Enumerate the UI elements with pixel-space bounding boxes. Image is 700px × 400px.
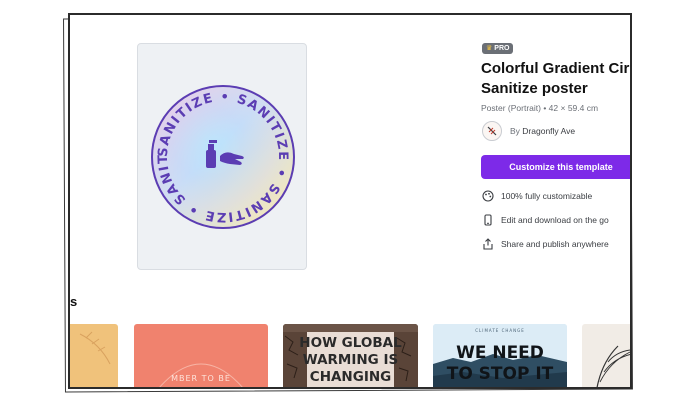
thumb-headline-line: WARMING IS [302,352,399,368]
feature-share: Share and publish anywhere [482,238,609,250]
author-avatar[interactable] [482,121,502,141]
leaf-illustration [79,331,111,365]
thumb-headline-line: WE NEED [456,343,544,363]
feature-label: Share and publish anywhere [501,239,609,249]
dragonfly-icon [487,126,497,136]
pro-badge-label: PRO [494,45,510,52]
share-icon [482,238,494,250]
thumb-headline-line: TO STOP IT [446,364,554,384]
related-template-thumb[interactable]: HOW GLOBAL WARMING IS CHANGING [283,324,418,387]
screenshot-stage: SANITIZE • SANITIZE • SANITIZE • SANITIZ… [0,0,700,400]
feature-label: 100% fully customizable [501,191,593,201]
author-name[interactable]: Dragonfly Ave [522,126,575,136]
thumb-caption: CLIMATE CHANGE [475,328,525,333]
related-template-thumb[interactable] [582,324,630,387]
thumb-headline-line: CHANGING [309,369,392,385]
feature-mobile: Edit and download on the go [482,214,609,226]
thumb-headline-line: HOW GLOBAL [299,335,402,351]
page-frame: SANITIZE • SANITIZE • SANITIZE • SANITIZ… [68,13,632,389]
sanitize-badge-graphic: SANITIZE • SANITIZE • SANITIZE • SANITIZ… [138,44,295,229]
customize-template-button[interactable]: Customize this template [481,155,630,179]
thumb-headline: WE NEED TO STOP IT [433,343,567,385]
pro-badge: ♛ PRO [482,43,514,54]
feature-customizable: 100% fully customizable [482,190,592,202]
crown-icon: ♛ [486,45,493,52]
palette-icon [482,190,494,202]
related-template-thumb[interactable]: CLIMATE CHANGE WE NEED TO STOP IT [433,324,567,387]
template-title: Colorful Gradient Cir Sanitize poster [481,59,630,99]
author-row[interactable]: By Dragonfly Ave [482,121,575,141]
author-label[interactable]: By Dragonfly Ave [510,126,575,136]
palm-leaf-illustration [596,345,630,387]
title-line-2: Sanitize poster [481,80,588,97]
related-heading: s [70,294,78,309]
title-line-1: Colorful Gradient Cir [481,60,630,77]
phone-icon [482,214,494,226]
feature-label: Edit and download on the go [501,215,609,225]
related-template-thumb[interactable] [70,324,118,387]
thumb-text: MBER TO BE [171,374,231,383]
author-prefix: By [510,126,520,136]
template-preview[interactable]: SANITIZE • SANITIZE • SANITIZE • SANITIZ… [137,43,307,270]
template-meta: Poster (Portrait) • 42 × 59.4 cm [481,103,599,113]
related-template-thumb[interactable]: MBER TO BE [134,324,268,387]
thumb-headline: HOW GLOBAL WARMING IS CHANGING [283,335,418,386]
